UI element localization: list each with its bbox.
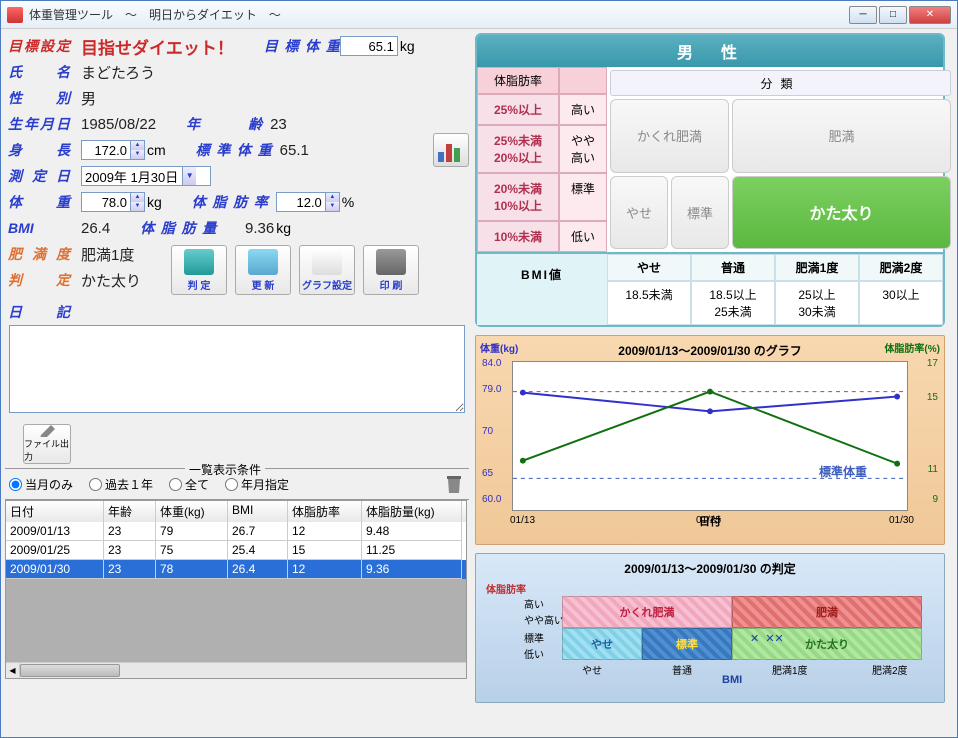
age-value: 23 bbox=[270, 116, 287, 133]
titlebar: 体重管理ツール 〜 明日からダイエット 〜 ─ □ ✕ bbox=[1, 1, 957, 29]
judge-box-thin: やせ bbox=[562, 628, 642, 660]
bmi-label: BMI bbox=[5, 220, 73, 236]
graph-settings-button[interactable]: グラフ設定 bbox=[299, 245, 355, 295]
close-button[interactable]: ✕ bbox=[909, 6, 951, 24]
filter-title: 一覧表示条件 bbox=[185, 461, 265, 478]
horizontal-scrollbar[interactable]: ◀ bbox=[6, 662, 466, 678]
print-button[interactable]: 印 刷 bbox=[363, 245, 419, 295]
dropdown-icon[interactable]: ▼ bbox=[182, 167, 196, 185]
classification-label: 分類 bbox=[610, 70, 951, 96]
minimize-button[interactable]: ─ bbox=[849, 6, 877, 24]
spin-down-icon[interactable]: ▼ bbox=[130, 150, 144, 159]
goal-slogan: 目指せダイエット！ bbox=[81, 34, 234, 59]
y-axis-left-label: 体重(kg) bbox=[480, 340, 518, 355]
birth-label: 生年月日 bbox=[5, 114, 73, 134]
pencil-icon bbox=[37, 425, 57, 437]
judgment-chart-panel: 2009/01/13〜2009/01/30 の判定 体脂肪率 高い やや高い 標… bbox=[475, 553, 945, 703]
goal-label: 目標設定 bbox=[5, 36, 73, 56]
bmi-row-label: BMI値 bbox=[477, 254, 607, 325]
chart-plot-area: 標準体重 bbox=[512, 361, 908, 511]
judge-box-std: 標準 bbox=[642, 628, 732, 660]
std-weight-ref-label: 標準体重 bbox=[819, 463, 867, 480]
fatmass-value: 9.36 bbox=[224, 220, 274, 237]
judge-x-label: BMI bbox=[722, 674, 742, 686]
bodyfat-unit: % bbox=[342, 194, 354, 210]
maximize-button[interactable]: □ bbox=[879, 6, 907, 24]
obesity-label: 肥満度 bbox=[5, 244, 73, 264]
measure-date-value: 2009年 1月30日 bbox=[85, 167, 178, 186]
std-weight-label: 標準体重 bbox=[196, 140, 272, 160]
judge-label: 判定 bbox=[5, 270, 73, 290]
table-row[interactable]: 2009/01/13237926.7129.48 bbox=[6, 522, 466, 541]
sex-value: 男 bbox=[81, 88, 96, 109]
table-header: 日付 年齢 体重(kg) BMI 体脂肪率 体脂肪量(kg) bbox=[6, 501, 466, 522]
bodyfat-input[interactable] bbox=[277, 195, 325, 210]
diary-label: 日記 bbox=[5, 302, 73, 322]
weight-label: 体重 bbox=[5, 192, 73, 212]
judge-button[interactable]: 判 定 bbox=[171, 245, 227, 295]
target-weight-unit: kg bbox=[400, 38, 415, 54]
table-row[interactable]: 2009/01/25237525.41511.25 bbox=[6, 541, 466, 560]
bodyfat-label: 体脂肪率 bbox=[192, 192, 268, 212]
table-body[interactable]: 2009/01/13237926.7129.482009/01/25237525… bbox=[6, 522, 466, 662]
judge-box-obese: 肥満 bbox=[732, 596, 922, 628]
measure-date-input[interactable]: 2009年 1月30日 ▼ bbox=[81, 166, 211, 186]
file-output-button[interactable]: ファイル出力 bbox=[23, 424, 71, 464]
judge-box-hidden: かくれ肥満 bbox=[562, 596, 732, 628]
height-input[interactable] bbox=[82, 143, 130, 158]
name-label: 氏名 bbox=[5, 62, 73, 82]
line-chart-panel: 体重(kg) 体脂肪率(%) 2009/01/13〜2009/01/30 のグラ… bbox=[475, 335, 945, 545]
spin-up-icon[interactable]: ▲ bbox=[130, 141, 144, 150]
weight-input[interactable] bbox=[82, 195, 130, 210]
height-unit: cm bbox=[147, 142, 166, 158]
age-label: 年齢 bbox=[186, 114, 262, 134]
y-axis-right-label: 体脂肪率(%) bbox=[884, 340, 940, 355]
target-weight-input[interactable] bbox=[340, 36, 398, 56]
spin-up-icon[interactable]: ▲ bbox=[130, 193, 144, 202]
bmi-value: 26.4 bbox=[81, 220, 110, 237]
cat-thin: やせ bbox=[610, 176, 668, 250]
height-label: 身長 bbox=[5, 140, 73, 160]
filter-current-month[interactable]: 当月のみ bbox=[9, 476, 73, 493]
height-spinner[interactable]: ▲▼ bbox=[81, 140, 145, 160]
weight-spinner[interactable]: ▲▼ bbox=[81, 192, 145, 212]
bodyfat-spinner[interactable]: ▲▼ bbox=[276, 192, 340, 212]
name-value: まどたろう bbox=[81, 62, 155, 83]
window-title: 体重管理ツール 〜 明日からダイエット 〜 bbox=[29, 6, 849, 23]
data-table: 日付 年齢 体重(kg) BMI 体脂肪率 体脂肪量(kg) 2009/01/1… bbox=[5, 500, 467, 679]
std-weight-value: 65.1 bbox=[280, 142, 309, 159]
judge-y-label: 体脂肪率 bbox=[486, 581, 938, 596]
filter-specify[interactable]: 年月指定 bbox=[225, 476, 289, 493]
judge-value: かた太り bbox=[81, 270, 141, 291]
birth-value: 1985/08/22 bbox=[81, 116, 156, 133]
sex-label: 性別 bbox=[5, 88, 73, 108]
table-row[interactable]: 2009/01/30237826.4129.36 bbox=[6, 560, 466, 579]
cat-standard: 標準 bbox=[671, 176, 729, 250]
trash-icon[interactable] bbox=[443, 473, 465, 495]
judge-chart-title: 2009/01/13〜2009/01/30 の判定 bbox=[482, 560, 938, 577]
scrollbar-thumb[interactable] bbox=[20, 664, 120, 677]
target-weight-label: 目標体重 bbox=[264, 36, 340, 56]
filter-past-year[interactable]: 過去１年 bbox=[89, 476, 153, 493]
diary-textarea[interactable] bbox=[9, 325, 465, 413]
app-icon bbox=[7, 7, 23, 23]
fatmass-unit: kg bbox=[276, 220, 291, 236]
male-panel-title: 男 性 bbox=[477, 35, 943, 67]
spin-down-icon[interactable]: ▼ bbox=[130, 202, 144, 211]
obesity-value: 肥満1度 bbox=[81, 244, 134, 265]
cat-hidden-obese: かくれ肥満 bbox=[610, 99, 729, 173]
measure-date-label: 測定日 bbox=[5, 166, 73, 186]
spin-up-icon[interactable]: ▲ bbox=[325, 193, 339, 202]
filter-all[interactable]: 全て bbox=[169, 476, 209, 493]
weight-unit: kg bbox=[147, 194, 162, 210]
male-classification-panel: 男 性 体脂肪率 25%以上高い 25%未満 20%以上やや 高い 20%未満 … bbox=[475, 33, 945, 327]
chart-icon[interactable] bbox=[433, 133, 469, 167]
spin-down-icon[interactable]: ▼ bbox=[325, 202, 339, 211]
chart-title: 2009/01/13〜2009/01/30 のグラフ bbox=[482, 342, 938, 359]
cat-obese: 肥満 bbox=[732, 99, 951, 173]
cat-toned: かた太り bbox=[732, 176, 951, 250]
fatmass-label: 体脂肪量 bbox=[140, 218, 216, 238]
update-button[interactable]: 更 新 bbox=[235, 245, 291, 295]
